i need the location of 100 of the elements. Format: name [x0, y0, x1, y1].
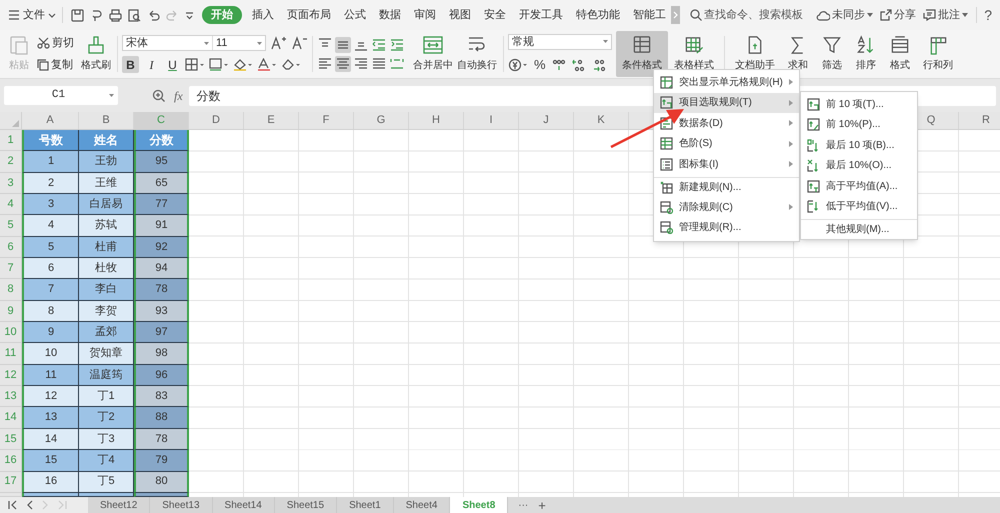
table-cell: 91 [134, 215, 189, 237]
more-sheets-button[interactable]: ··· [518, 497, 528, 513]
menu-item[interactable]: 管理规则(R)... [654, 218, 799, 238]
ribbon-tab[interactable]: 安全 [481, 6, 509, 24]
menu-item[interactable]: 色阶(S) [654, 134, 799, 154]
column-header[interactable]: F [299, 112, 354, 129]
align-right-icon[interactable] [353, 56, 369, 72]
rowcol-button[interactable]: 行和列 [917, 31, 959, 77]
column-header[interactable]: A [22, 112, 79, 129]
ribbon-tab[interactable]: 视图 [446, 6, 474, 24]
sheet-tab[interactable]: Sheet15 [274, 497, 338, 513]
column-header[interactable]: I [464, 112, 519, 129]
ribbon-tab[interactable]: 开发工具 [516, 6, 566, 24]
export-icon[interactable] [90, 8, 103, 22]
decrease-decimal-icon[interactable] [592, 58, 606, 72]
column-header[interactable]: R [959, 112, 1000, 129]
borders-icon[interactable] [185, 58, 205, 71]
ribbon-tab[interactable]: 特色功能 [573, 6, 623, 24]
zoom-icon[interactable] [152, 88, 166, 102]
table-cell: 7 [22, 279, 79, 301]
menu-item[interactable]: 其他规则(M)... [801, 219, 917, 240]
file-menu[interactable]: 文件 [8, 6, 63, 24]
align-middle-icon[interactable] [335, 36, 351, 52]
column-header[interactable]: K [574, 112, 629, 129]
format-button[interactable]: 格式 [883, 31, 917, 77]
column-header[interactable]: J [519, 112, 574, 129]
column-header[interactable]: E [244, 112, 299, 129]
menu-item[interactable]: 高于平均值(A)... [801, 176, 917, 196]
underline-button[interactable]: U [164, 56, 181, 73]
sync-button[interactable]: 未同步 [816, 6, 874, 24]
menu-item[interactable]: 数据条(D) [654, 113, 799, 134]
function-button[interactable]: fx [174, 86, 183, 104]
filter-button[interactable]: 筛选 [815, 31, 849, 77]
increase-font-icon[interactable] [271, 36, 287, 50]
ribbon-tab[interactable]: 数据 [376, 6, 404, 24]
rule-icon [660, 137, 673, 150]
italic-button[interactable]: I [143, 56, 160, 73]
menu-item[interactable]: 清除规则(C) [654, 197, 799, 218]
column-header[interactable]: D [189, 112, 244, 129]
cell-reference-field[interactable]: C1 [4, 86, 118, 105]
conditional-button[interactable]: 条件格式 [616, 31, 668, 77]
sheet-tab[interactable]: Sheet12 [88, 497, 150, 513]
align-outdent-icon[interactable] [371, 36, 387, 52]
currency-icon[interactable] [508, 58, 528, 72]
submenu-arrow-icon [789, 120, 793, 126]
copy-button[interactable]: 复制 [37, 57, 74, 74]
menu-icon [8, 10, 20, 20]
sheet-tab[interactable]: Sheet13 [150, 497, 213, 513]
menu-item[interactable]: 最后 10%(O)... [801, 156, 917, 176]
align-justify-icon[interactable] [371, 56, 387, 72]
increase-decimal-icon[interactable] [572, 58, 586, 72]
merge-center-button[interactable]: 合并居中 [411, 31, 455, 77]
thousands-separator-icon[interactable] [552, 58, 566, 72]
customize-icon[interactable] [185, 10, 194, 20]
format-painter-button[interactable]: 格式刷 [79, 31, 113, 77]
add-sheet-button[interactable]: + [538, 497, 546, 513]
sort-button[interactable]: 排序 [849, 31, 883, 77]
sheet-tab[interactable]: Sheet1 [337, 497, 394, 513]
eraser-icon[interactable] [281, 58, 301, 71]
align-left-icon[interactable] [317, 56, 333, 72]
decrease-font-icon[interactable] [292, 36, 308, 50]
ribbon-tab[interactable]: 插入 [249, 6, 277, 24]
table-cell: 11 [22, 364, 79, 386]
print-icon[interactable] [109, 8, 122, 22]
previous-sheet-icon[interactable] [26, 500, 33, 510]
caret-icon [109, 94, 114, 97]
menu-item[interactable]: 项目选取规则(T) [654, 92, 799, 113]
undo-icon[interactable] [147, 8, 160, 22]
help-button[interactable]: ? [984, 4, 992, 26]
save-icon[interactable] [71, 8, 84, 22]
sheet-tab[interactable]: Sheet4 [394, 497, 450, 513]
sheet-tab[interactable]: Sheet14 [212, 497, 275, 513]
number-format-field[interactable]: 常规 [508, 34, 612, 50]
table-cell: 杜牧 [79, 258, 134, 280]
fill-color-icon[interactable] [233, 58, 253, 71]
menu-item[interactable]: 新建规则(N)... [654, 176, 799, 197]
align-center-icon[interactable] [335, 56, 351, 72]
ribbon-tab[interactable]: 页面布局 [284, 6, 334, 24]
bold-button[interactable]: B [122, 56, 139, 73]
align-indent-icon[interactable] [389, 36, 405, 52]
share-button[interactable]: 分享 [880, 6, 916, 24]
ribbon-tab[interactable]: 智能工 [630, 6, 669, 24]
wrap-text-button[interactable]: 自动换行 [455, 31, 499, 77]
percent-button[interactable]: % [534, 54, 546, 74]
search-field[interactable]: 查找命令、搜索模板 [690, 6, 803, 24]
first-sheet-icon[interactable] [8, 500, 17, 510]
column-header[interactable]: H [409, 112, 464, 129]
menu-item[interactable]: 最后 10 项(B)... [801, 135, 917, 156]
cut-button[interactable]: 剪切 [37, 34, 74, 51]
menu-item[interactable]: 图标集(I) [654, 154, 799, 174]
font-color-icon[interactable] [257, 58, 277, 71]
select-all-icon [12, 120, 19, 127]
menu-item[interactable]: 低于平均值(V)... [801, 196, 917, 217]
table-cell: 78 [134, 428, 189, 450]
ribbon-tab[interactable]: 公式 [341, 6, 369, 24]
cell-fill-icon[interactable] [209, 58, 229, 71]
ribbon-tab[interactable]: 审阅 [411, 6, 439, 24]
print-preview-icon[interactable] [128, 8, 141, 22]
comment-button[interactable]: 批注 [923, 6, 978, 24]
column-header[interactable]: G [354, 112, 409, 129]
